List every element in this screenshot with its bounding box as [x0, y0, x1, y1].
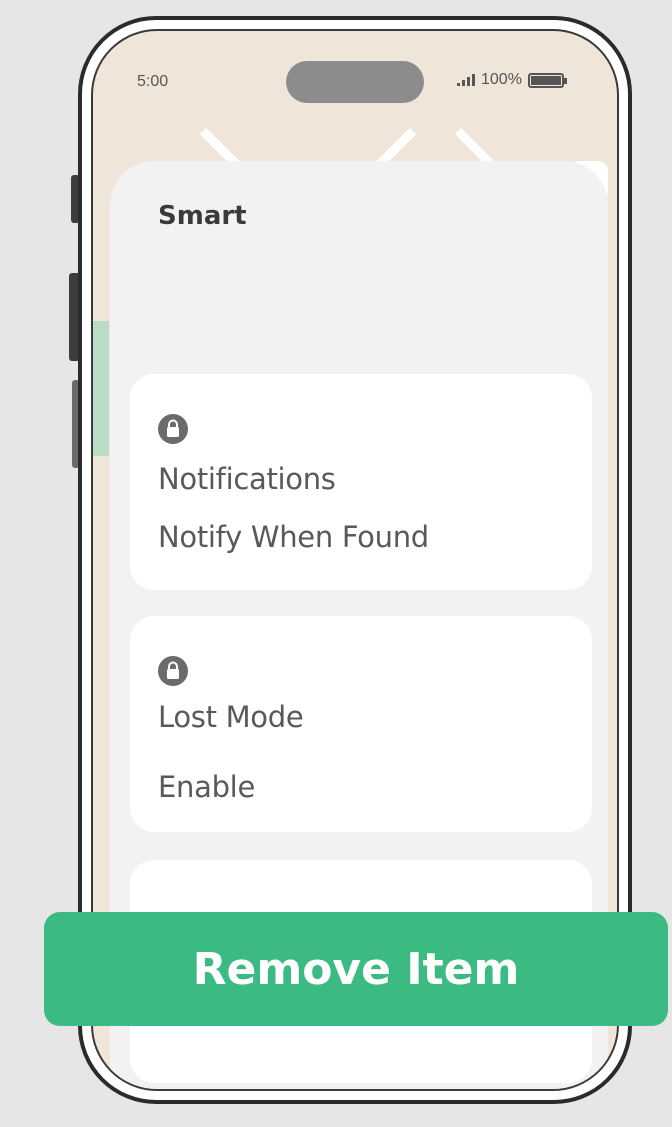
lock-icon: [158, 656, 188, 686]
status-time: 5:00: [137, 73, 169, 90]
status-indicators: 100%: [457, 71, 567, 89]
card-title: Lost Mode: [158, 700, 304, 734]
lost-mode-card[interactable]: Lost Mode Enable: [130, 616, 592, 832]
dynamic-island: [286, 61, 424, 103]
card-value: Enable: [158, 770, 255, 804]
signal-icon: [457, 74, 475, 86]
card-value: Notify When Found: [158, 520, 429, 554]
lock-icon: [158, 414, 188, 444]
remove-item-button[interactable]: Remove Item: [44, 912, 668, 1026]
sheet-title: Smart: [158, 201, 247, 231]
battery-percentage: 100%: [481, 71, 522, 88]
notifications-card[interactable]: Notifications Notify When Found: [130, 374, 592, 590]
battery-icon: [527, 72, 567, 88]
card-title: Notifications: [158, 462, 336, 496]
